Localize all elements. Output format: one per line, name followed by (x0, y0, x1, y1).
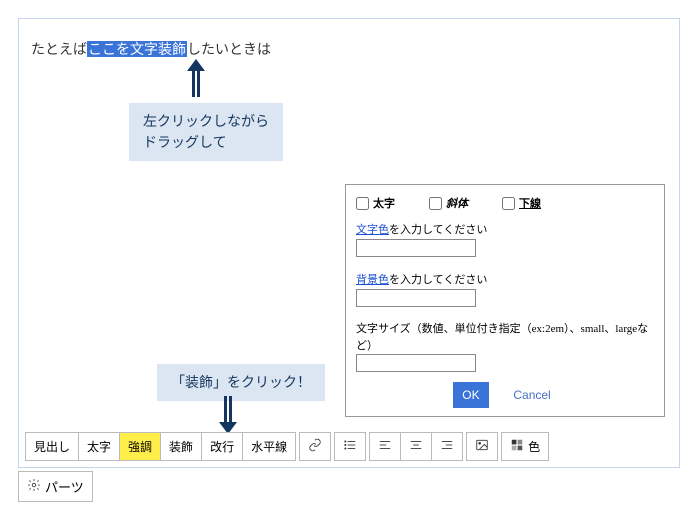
checkbox-row: 太字 斜体 下線 (356, 195, 654, 211)
align-left-button[interactable] (369, 432, 401, 461)
emphasis-button[interactable]: 強調 (119, 432, 161, 461)
italic-checkbox[interactable]: 斜体 (429, 195, 468, 211)
text-color-label: 文字色を入力してください (356, 221, 654, 237)
font-size-label: 文字サイズ（数値、単位付き指定（ex:2em）、small、largeなど） (356, 321, 654, 354)
arrow-up-selection (187, 59, 205, 97)
sample-text: たとえばここを文字装飾したいときは (31, 39, 667, 59)
decoration-button[interactable]: 装飾 (160, 432, 202, 461)
tip-click: 「装飾」をクリック！ (157, 364, 325, 401)
grid-icon (510, 438, 524, 455)
image-button[interactable] (466, 432, 498, 461)
link-button[interactable] (299, 432, 331, 461)
arrow-down-decoration (219, 396, 237, 434)
bold-button[interactable]: 太字 (78, 432, 120, 461)
align-left-icon (378, 438, 392, 455)
list-button[interactable] (334, 432, 366, 461)
editor-area: たとえばここを文字装飾したいときは 左クリックしながら ドラッグして すると、こ… (18, 18, 680, 468)
text-prefix: たとえば (31, 41, 87, 57)
hr-button[interactable]: 水平線 (242, 432, 296, 461)
link-icon (308, 438, 322, 455)
text-color-link[interactable]: 文字色 (356, 224, 389, 236)
bg-color-label: 背景色を入力してください (356, 271, 654, 287)
text-selection[interactable]: ここを文字装飾 (87, 41, 187, 57)
ok-button[interactable]: OK (453, 382, 488, 408)
gear-icon (27, 478, 41, 495)
list-icon (343, 438, 357, 455)
cancel-button[interactable]: Cancel (507, 387, 556, 403)
tip-drag: 左クリックしながら ドラッグして (129, 103, 283, 161)
heading-button[interactable]: 見出し (25, 432, 79, 461)
align-right-icon (440, 438, 454, 455)
toolbar: 見出し 太字 強調 装飾 改行 水平線 色 (25, 432, 673, 461)
font-size-input[interactable] (356, 354, 476, 372)
image-icon (475, 438, 489, 455)
bg-color-input[interactable] (356, 289, 476, 307)
style-popup: 太字 斜体 下線 文字色を入力してください 背景色を入力してください 文字サイズ… (345, 184, 665, 417)
text-color-input[interactable] (356, 239, 476, 257)
bg-color-link[interactable]: 背景色 (356, 274, 389, 286)
color-button[interactable]: 色 (501, 432, 549, 461)
align-center-icon (409, 438, 423, 455)
underline-checkbox[interactable]: 下線 (502, 195, 541, 211)
text-suffix: したいときは (187, 41, 271, 57)
align-right-button[interactable] (431, 432, 463, 461)
parts-button[interactable]: パーツ (18, 471, 93, 502)
bold-checkbox[interactable]: 太字 (356, 195, 395, 211)
align-center-button[interactable] (400, 432, 432, 461)
break-button[interactable]: 改行 (201, 432, 243, 461)
